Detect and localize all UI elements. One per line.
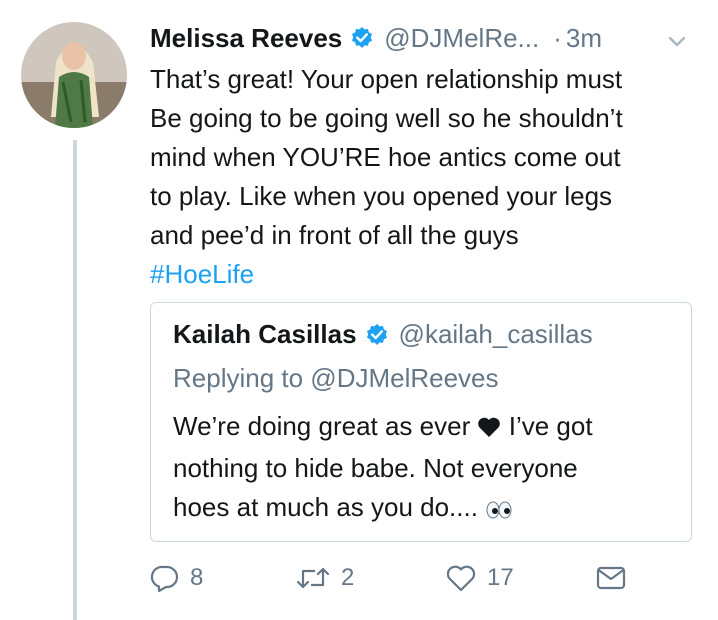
quoted-author-handle: @kailah_casillas (398, 319, 593, 349)
retweet-count: 2 (341, 564, 355, 591)
avatar[interactable] (21, 22, 127, 128)
separator-dot: · (553, 22, 562, 53)
verified-badge-icon (350, 26, 374, 50)
author-handle[interactable]: @DJMelRe... (384, 23, 539, 54)
quoted-text-fragment: I’ve got (508, 411, 593, 441)
tweet-text: That’s great! Your open relationship mus… (150, 60, 710, 294)
quoted-text-line: We’re doing great as ever I’ve got (173, 407, 593, 449)
direct-message-button[interactable] (595, 563, 627, 593)
quoted-tweet[interactable]: Kailah Casillas @kailah_casillas Replyin… (150, 302, 692, 542)
chevron-down-icon[interactable] (666, 30, 688, 52)
replying-to: Replying to @DJMelReeves (173, 363, 499, 393)
author-name[interactable]: Melissa Reeves (150, 23, 342, 54)
retweet-icon (295, 563, 331, 593)
tweet-text-line: to play. Like when you opened your legs (150, 181, 613, 211)
retweet-button[interactable]: 2 (295, 563, 354, 593)
quoted-text-fragment: We’re doing great as ever (173, 411, 471, 441)
quoted-text-line: hoes at much as you do.... (173, 488, 593, 530)
reply-icon (150, 563, 180, 593)
tweet-header: Melissa Reeves @DJMelRe... · 3m (150, 20, 710, 56)
quoted-author-name: Kailah Casillas (173, 319, 357, 349)
quoted-text-fragment: hoes at much as you do.... (173, 492, 478, 522)
quoted-tweet-text: We’re doing great as ever I’ve got nothi… (173, 407, 593, 530)
like-count: 17 (487, 564, 514, 591)
thread-line (73, 140, 77, 620)
eyes-emoji-icon (485, 491, 513, 530)
hashtag-link[interactable]: #HoeLife (150, 255, 710, 294)
direct-message-icon (595, 563, 627, 593)
quoted-text-line: nothing to hide babe. Not everyone (173, 453, 578, 483)
verified-badge-icon (365, 323, 389, 347)
like-button[interactable]: 17 (445, 563, 514, 593)
tweet-text-line: and pee’d in front of all the guys (150, 220, 519, 250)
reply-button[interactable]: 8 (150, 563, 203, 593)
timestamp[interactable]: 3m (566, 23, 602, 54)
quoted-tweet-header: Kailah Casillas @kailah_casillas (173, 319, 593, 350)
tweet-text-line: Be going to be going well so he shouldn’… (150, 103, 623, 133)
tweet-actions: 8 2 17 (150, 563, 710, 603)
reply-count: 8 (190, 564, 204, 591)
like-icon (445, 563, 477, 593)
tweet-text-line: mind when YOU’RE hoe antics come out (150, 142, 621, 172)
tweet-text-line: That’s great! Your open relationship mus… (150, 64, 623, 94)
heart-emoji-icon (477, 410, 501, 449)
